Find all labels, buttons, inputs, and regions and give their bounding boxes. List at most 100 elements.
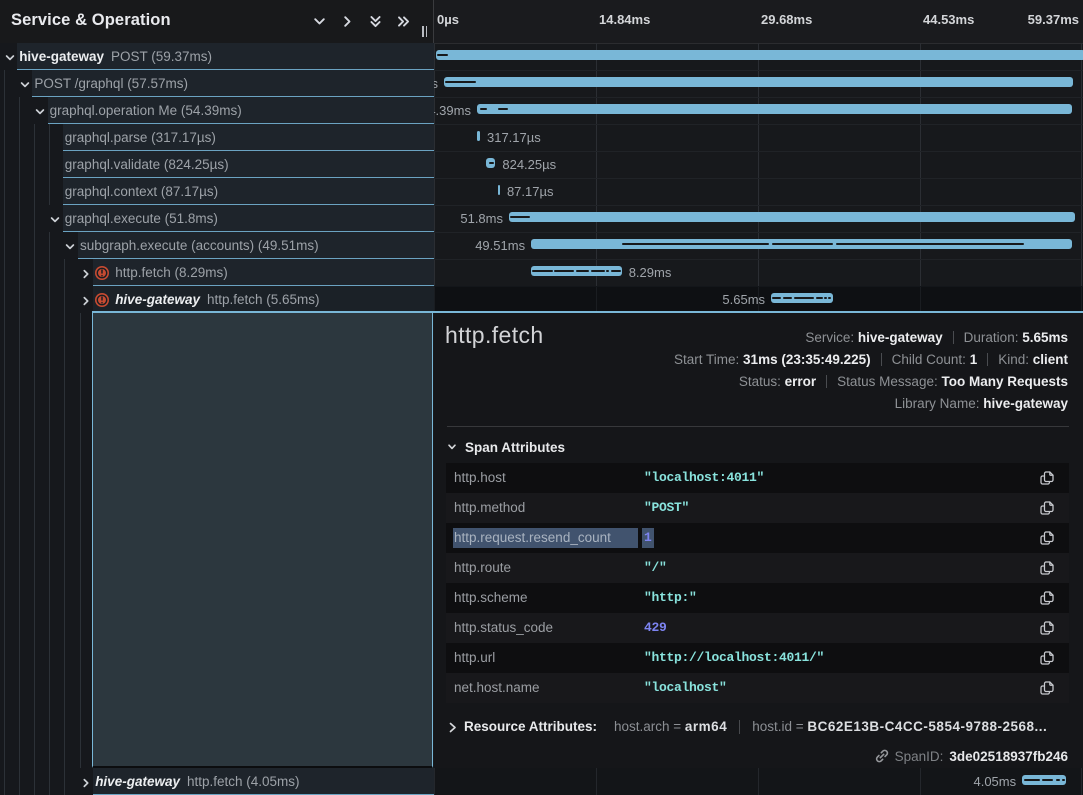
span-name-row[interactable]: http.fetch (8.29ms) — [0, 259, 434, 286]
span-name-row[interactable]: hive-gatewayhttp.fetch (5.65ms) — [0, 286, 434, 313]
attribute-row[interactable]: http.scheme"http:" — [446, 583, 1069, 613]
chevron-right-icon[interactable] — [80, 776, 92, 788]
attribute-row[interactable]: net.host.name"localhost" — [446, 673, 1069, 703]
span-operation-name: graphql.context (87.17µs) — [65, 184, 218, 199]
copy-icon[interactable] — [1039, 470, 1055, 486]
span-duration-bar[interactable] — [509, 212, 1075, 222]
indent-guide — [64, 286, 65, 313]
span-bar-row[interactable]: 4.05ms — [434, 768, 1083, 795]
meta-label: Service: — [805, 330, 858, 345]
span-bar-row[interactable]: 57.57ms — [434, 70, 1083, 98]
indent-guide — [49, 313, 50, 768]
span-bar-row[interactable]: 49.51ms — [434, 232, 1083, 260]
copy-icon[interactable] — [1039, 560, 1055, 576]
attribute-row[interactable]: http.host"localhost:4011" — [446, 463, 1069, 493]
indent-guide — [34, 178, 35, 205]
chevron-down-icon[interactable] — [49, 213, 61, 225]
copy-icon[interactable] — [1039, 530, 1055, 546]
span-id-label: SpanID: — [895, 749, 944, 764]
child-span-mark — [498, 108, 508, 111]
chevron-right-icon[interactable] — [80, 294, 92, 306]
chevron-right-icon[interactable] — [80, 267, 92, 279]
span-name-row[interactable]: subgraph.execute (accounts) (49.51ms) — [0, 232, 434, 259]
span-name-row[interactable]: hive-gatewayhttp.fetch (4.05ms) — [0, 768, 434, 795]
span-name-row[interactable]: hive-gatewayPOST (59.37ms) — [0, 43, 434, 70]
span-duration-bar[interactable] — [771, 293, 833, 303]
copy-icon[interactable] — [1039, 500, 1055, 516]
attribute-row[interactable]: http.status_code429 — [446, 613, 1069, 643]
span-bar-row[interactable]: 59.37ms — [434, 43, 1083, 71]
span-bar-row[interactable]: 8.29ms — [434, 259, 1083, 287]
span-duration-bar[interactable] — [531, 239, 1072, 249]
copy-icon[interactable] — [1039, 650, 1055, 666]
service-operation-header: Service & Operation — [0, 0, 433, 44]
meta-separator — [881, 353, 882, 366]
span-duration-bar[interactable] — [498, 185, 500, 195]
indent-guide — [80, 313, 81, 768]
column-divider[interactable] — [433, 0, 434, 43]
copy-icon[interactable] — [1039, 680, 1055, 696]
meta-separator — [953, 331, 954, 344]
span-bar-row[interactable]: 824.25µs — [434, 151, 1083, 179]
expand-one-icon[interactable] — [340, 14, 355, 29]
detail-meta-line: Service: hive-gatewayDuration: 5.65ms — [674, 327, 1068, 349]
span-duration-bar[interactable] — [477, 104, 1072, 114]
span-name-row[interactable]: graphql.operation Me (54.39ms) — [0, 97, 434, 124]
span-name-row[interactable]: graphql.validate (824.25µs) — [0, 151, 434, 178]
collapse-one-icon[interactable] — [312, 14, 327, 29]
indent-guide — [49, 232, 50, 259]
span-name-row[interactable]: POST /graphql (57.57ms) — [0, 70, 434, 97]
attribute-row[interactable]: http.route"/" — [446, 553, 1069, 583]
timeline-tick-label: 14.84ms — [599, 12, 650, 27]
span-bar-row[interactable]: 54.39ms — [434, 97, 1083, 125]
chevron-down-icon — [447, 442, 457, 452]
span-duration-bar[interactable] — [436, 50, 1083, 60]
chevron-down-icon[interactable] — [19, 78, 31, 90]
span-name-row[interactable]: graphql.execute (51.8ms) — [0, 205, 434, 232]
chevron-down-icon[interactable] — [64, 240, 76, 252]
indent-guide — [19, 313, 20, 768]
resource-attributes-row[interactable]: Resource Attributes: host.arch = arm64ho… — [448, 716, 1068, 738]
span-duration-label: 4.05ms — [973, 768, 1016, 795]
collapse-all-icon[interactable] — [368, 14, 383, 29]
span-duration-bar[interactable] — [444, 77, 1073, 87]
attribute-row[interactable]: http.request.resend_count1 — [446, 523, 1069, 553]
span-duration-bar[interactable] — [1022, 775, 1066, 785]
span-bar-row[interactable]: 317.17µs — [434, 124, 1083, 152]
link-icon[interactable] — [874, 748, 890, 764]
meta-separator — [826, 375, 827, 388]
span-duration-label: 54.39ms — [434, 97, 471, 124]
indent-guide — [64, 768, 65, 795]
indent-guide — [4, 178, 5, 205]
meta-label: Status Message: — [837, 374, 941, 389]
span-attributes-toggle[interactable]: Span Attributes — [447, 439, 565, 455]
attribute-value: 429 — [644, 613, 667, 643]
attribute-row[interactable]: http.url"http://localhost:4011/" — [446, 643, 1069, 673]
span-duration-label: 8.29ms — [629, 259, 672, 286]
chevron-down-icon[interactable] — [34, 105, 46, 117]
meta-value: hive-gateway — [983, 396, 1068, 411]
column-resizer-grip[interactable] — [422, 26, 430, 37]
child-span-mark — [445, 81, 476, 84]
chevron-down-icon[interactable] — [4, 51, 16, 63]
timeline-ruler: 0µs14.84ms29.68ms44.53ms59.37ms — [434, 0, 1083, 44]
detail-meta-line: Status: errorStatus Message: Too Many Re… — [674, 371, 1068, 393]
span-bar-row[interactable]: 87.17µs — [434, 178, 1083, 206]
span-duration-bar[interactable] — [486, 158, 495, 168]
expand-all-icon[interactable] — [396, 14, 411, 29]
span-bar-row[interactable]: 51.8ms — [434, 205, 1083, 233]
span-name-row[interactable]: graphql.context (87.17µs) — [0, 178, 434, 205]
meta-value: error — [785, 374, 817, 389]
span-duration-label: 51.8ms — [460, 205, 503, 232]
span-bar-row[interactable]: 5.65ms — [434, 286, 1083, 314]
indent-guide — [4, 97, 5, 124]
span-duration-bar[interactable] — [477, 131, 480, 141]
span-duration-bar[interactable] — [531, 266, 622, 276]
indent-guide — [34, 124, 35, 151]
attribute-row[interactable]: http.method"POST" — [446, 493, 1069, 523]
copy-icon[interactable] — [1039, 620, 1055, 636]
resource-separator — [739, 720, 740, 734]
indent-guide — [4, 768, 5, 795]
copy-icon[interactable] — [1039, 590, 1055, 606]
span-name-row[interactable]: graphql.parse (317.17µs) — [0, 124, 434, 151]
